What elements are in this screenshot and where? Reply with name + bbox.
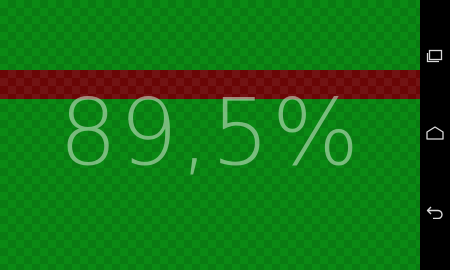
recent-apps-button[interactable]: [420, 41, 450, 71]
app-screen: 89,5%: [0, 0, 450, 270]
system-navigation-bar: [420, 0, 450, 270]
home-icon: [426, 126, 444, 140]
back-icon: [426, 205, 444, 219]
progress-display-area: 89,5%: [0, 0, 420, 270]
back-button[interactable]: [420, 197, 450, 227]
home-button[interactable]: [420, 118, 450, 148]
recent-apps-icon: [426, 49, 444, 63]
progress-percent-text: 89,5%: [58, 79, 362, 186]
